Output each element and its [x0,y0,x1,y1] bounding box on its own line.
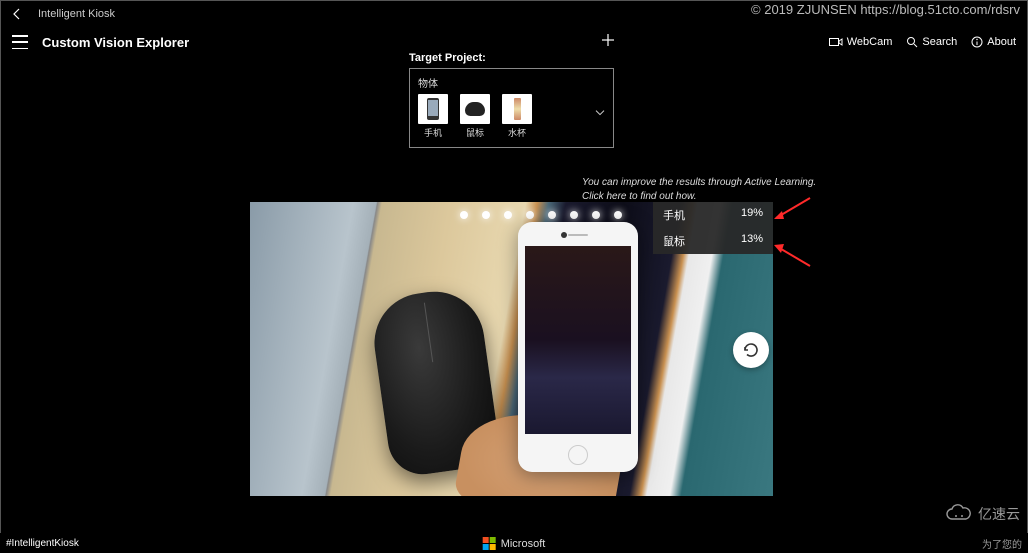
prediction-row: 鼠标 13% [653,228,773,254]
prediction-score: 13% [741,233,763,249]
search-button[interactable]: Search [906,36,957,48]
app-name: Intelligent Kiosk [38,8,115,20]
footer-right-text: 为了您的 [982,536,1022,551]
prediction-row: 手机 19% [653,202,773,228]
target-project-panel: Target Project: 物体 手机 鼠标 水杯 [409,52,614,148]
about-button[interactable]: About [971,36,1016,48]
webcam-button[interactable]: WebCam [829,36,893,48]
microsoft-icon [483,537,496,550]
hamburger-icon[interactable] [12,35,28,49]
search-icon [906,36,918,48]
webcam-icon [829,37,843,47]
watermark-text: © 2019 ZJUNSEN https://blog.51cto.com/rd… [751,2,1020,17]
active-learning-hint[interactable]: You can improve the results through Acti… [582,176,816,203]
prediction-label: 手机 [663,207,685,223]
cloud-icon [944,503,974,525]
microsoft-logo: Microsoft [483,537,546,550]
detected-phone [518,222,638,472]
back-arrow-icon[interactable] [8,5,26,23]
prediction-results-panel: 手机 19% 鼠标 13% [653,202,773,254]
refresh-icon [742,341,760,359]
prediction-label: 鼠标 [663,233,685,249]
chevron-down-icon[interactable] [595,103,605,121]
refresh-button[interactable] [733,332,769,368]
page-title: Custom Vision Explorer [42,35,189,50]
annotation-arrow-2 [772,238,812,268]
target-item-mouse[interactable]: 鼠标 [460,94,490,139]
thumbnail-phone [418,94,448,124]
add-project-icon[interactable] [600,32,616,53]
target-item-phone[interactable]: 手机 [418,94,448,139]
yisu-cloud-logo: 亿速云 [944,503,1020,525]
target-project-dropdown[interactable]: 物体 手机 鼠标 水杯 [409,68,614,148]
target-group-label: 物体 [418,75,605,90]
footer-hashtag: #IntelligentKiosk [6,538,79,549]
prediction-score: 19% [741,207,763,223]
thumbnail-cup [502,94,532,124]
info-icon [971,36,983,48]
thumbnail-mouse [460,94,490,124]
target-item-cup[interactable]: 水杯 [502,94,532,139]
target-project-label: Target Project: [409,52,614,64]
